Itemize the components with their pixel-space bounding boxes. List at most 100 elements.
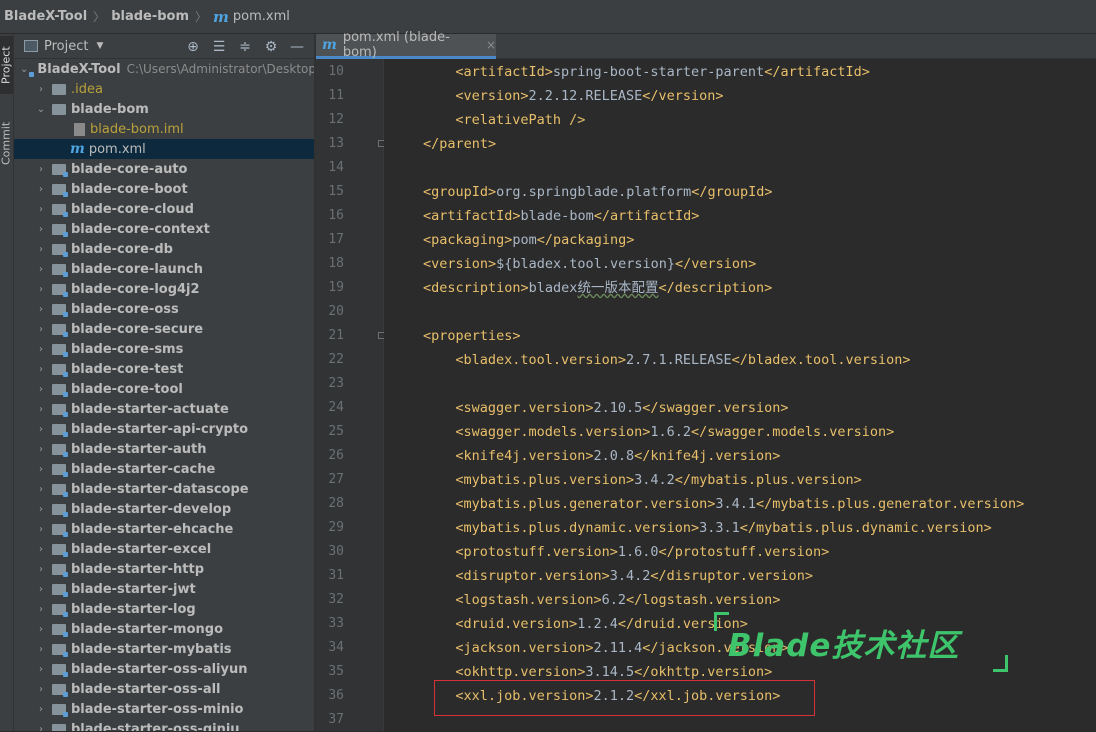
tree-root[interactable]: ⌄ BladeX-Tool C:\Users\Administrator\Des… bbox=[14, 59, 314, 79]
chevron-down-icon[interactable]: ⌄ bbox=[34, 104, 48, 115]
watermark-text: Blade技术社区 bbox=[728, 628, 960, 664]
tree-item-module[interactable]: › blade-core-auto bbox=[14, 159, 314, 179]
tree-item-module[interactable]: › blade-starter-ehcache bbox=[14, 519, 314, 539]
chevron-right-icon[interactable]: › bbox=[34, 684, 48, 695]
code-line: <packaging>pom</packaging> bbox=[423, 228, 634, 252]
tree-item-module[interactable]: › blade-core-log4j2 bbox=[14, 279, 314, 299]
expand-all-icon[interactable]: ☰ bbox=[206, 39, 232, 55]
chevron-right-icon[interactable]: › bbox=[34, 384, 48, 395]
chevron-right-icon[interactable]: › bbox=[34, 504, 48, 515]
tree-item-module[interactable]: › blade-starter-auth bbox=[14, 439, 314, 459]
chevron-right-icon[interactable]: › bbox=[34, 244, 48, 255]
xml-value: 3.4.2 bbox=[634, 472, 675, 488]
locate-icon[interactable]: ⊕ bbox=[180, 39, 206, 55]
editor-tab-bar: m pom.xml (blade-bom) × bbox=[316, 30, 1096, 60]
chevron-right-icon[interactable]: › bbox=[34, 444, 48, 455]
line-number: 20 bbox=[328, 304, 344, 319]
tree-item-module[interactable]: › blade-starter-jwt bbox=[14, 579, 314, 599]
xml-value: 2.11.4 bbox=[593, 640, 643, 656]
chevron-right-icon[interactable]: › bbox=[34, 304, 48, 315]
chevron-right-icon[interactable]: › bbox=[34, 404, 48, 415]
tree-item-module[interactable]: › blade-starter-oss-all bbox=[14, 679, 314, 699]
code-line: <artifactId>spring-boot-starter-parent</… bbox=[455, 60, 870, 84]
project-panel-title[interactable]: Project bbox=[44, 39, 88, 54]
chevron-right-icon[interactable]: › bbox=[34, 164, 48, 175]
project-tool-tab[interactable]: Project bbox=[0, 36, 13, 94]
chevron-right-icon[interactable]: › bbox=[34, 184, 48, 195]
chevron-right-icon[interactable]: › bbox=[34, 344, 48, 355]
tree-item-module[interactable]: › blade-core-launch bbox=[14, 259, 314, 279]
code-line: <druid.version>1.2.4</druid.version> bbox=[455, 612, 748, 636]
tree-root-path: C:\Users\Administrator\Desktop bbox=[126, 62, 314, 76]
xml-open-tag: <knife4j.version> bbox=[455, 448, 594, 464]
tree-item-module[interactable]: › blade-starter-oss-minio bbox=[14, 699, 314, 719]
tree-item-module[interactable]: › blade-core-tool bbox=[14, 379, 314, 399]
chevron-right-icon[interactable]: › bbox=[34, 484, 48, 495]
tree-item-module[interactable]: › blade-starter-develop bbox=[14, 499, 314, 519]
gear-icon[interactable]: ⚙ bbox=[258, 39, 284, 55]
tree-item-module[interactable]: › blade-core-secure bbox=[14, 319, 314, 339]
tree-item-module[interactable]: › blade-core-boot bbox=[14, 179, 314, 199]
chevron-right-icon[interactable]: › bbox=[34, 584, 48, 595]
tree-item-module[interactable]: › blade-core-cloud bbox=[14, 199, 314, 219]
tree-item-module[interactable]: › blade-starter-api-crypto bbox=[14, 419, 314, 439]
tree-item-module[interactable]: › blade-starter-log bbox=[14, 599, 314, 619]
tree-item-module[interactable]: › blade-starter-oss-qiniu bbox=[14, 719, 314, 731]
tree-item-module[interactable]: › blade-starter-actuate bbox=[14, 399, 314, 419]
chevron-right-icon[interactable]: › bbox=[34, 644, 48, 655]
tree-item-module[interactable]: › blade-starter-excel bbox=[14, 539, 314, 559]
chevron-right-icon[interactable]: › bbox=[34, 624, 48, 635]
collapse-all-icon[interactable]: ≑ bbox=[232, 39, 258, 55]
chevron-right-icon[interactable]: › bbox=[34, 284, 48, 295]
line-number: 33 bbox=[328, 616, 344, 631]
chevron-right-icon[interactable]: › bbox=[34, 724, 48, 732]
tree-item-label: blade-core-auto bbox=[71, 161, 188, 177]
tree-item-module[interactable]: › blade-core-oss bbox=[14, 299, 314, 319]
tree-item-blade-bom-iml[interactable]: blade-bom.iml bbox=[14, 119, 314, 139]
hide-icon[interactable]: — bbox=[284, 39, 310, 55]
chevron-right-icon[interactable]: › bbox=[34, 324, 48, 335]
breadcrumb-module[interactable]: blade-bom bbox=[111, 9, 189, 24]
module-folder-icon bbox=[52, 623, 68, 637]
chevron-down-icon[interactable]: ⌄ bbox=[20, 64, 28, 75]
editor-tab-pom-xml[interactable]: m pom.xml (blade-bom) × bbox=[316, 30, 496, 60]
tree-item-module[interactable]: › blade-starter-oss-aliyun bbox=[14, 659, 314, 679]
breadcrumb-file[interactable]: pom.xml bbox=[233, 9, 290, 24]
chevron-right-icon[interactable]: › bbox=[34, 564, 48, 575]
chevron-right-icon[interactable]: › bbox=[34, 544, 48, 555]
chevron-right-icon[interactable]: › bbox=[34, 604, 48, 615]
commit-tool-tab[interactable]: Commit bbox=[0, 112, 13, 174]
tree-item-module[interactable]: › blade-core-sms bbox=[14, 339, 314, 359]
tree-item-module[interactable]: › blade-starter-mongo bbox=[14, 619, 314, 639]
module-folder-icon bbox=[52, 363, 68, 377]
tree-item-module[interactable]: › blade-core-context bbox=[14, 219, 314, 239]
close-icon[interactable]: × bbox=[486, 38, 496, 52]
code-line: <properties> bbox=[423, 324, 521, 348]
tree-item-module[interactable]: › blade-core-test bbox=[14, 359, 314, 379]
chevron-right-icon[interactable]: › bbox=[34, 464, 48, 475]
chevron-right-icon[interactable]: › bbox=[34, 664, 48, 675]
chevron-right-icon[interactable]: › bbox=[34, 704, 48, 715]
tree-item-label: blade-starter-cache bbox=[71, 461, 216, 477]
tree-item-module[interactable]: › blade-starter-mybatis bbox=[14, 639, 314, 659]
breadcrumb-project[interactable]: BladeX-Tool bbox=[4, 9, 87, 24]
chevron-right-icon[interactable]: › bbox=[34, 84, 48, 95]
tree-item-module[interactable]: › blade-starter-cache bbox=[14, 459, 314, 479]
tree-item-module[interactable]: › blade-starter-http bbox=[14, 559, 314, 579]
tree-item-module[interactable]: › blade-starter-datascope bbox=[14, 479, 314, 499]
tree-item-blade-bom[interactable]: ⌄ blade-bom bbox=[14, 99, 314, 119]
tree-item-module[interactable]: › blade-core-db bbox=[14, 239, 314, 259]
module-folder-icon bbox=[52, 163, 68, 177]
tree-item-idea[interactable]: › .idea bbox=[14, 79, 314, 99]
chevron-right-icon[interactable]: › bbox=[34, 364, 48, 375]
chevron-right-icon[interactable]: › bbox=[34, 204, 48, 215]
chevron-right-icon[interactable]: › bbox=[34, 424, 48, 435]
chevron-right-icon[interactable]: › bbox=[34, 524, 48, 535]
xml-value: 1.6.0 bbox=[617, 544, 659, 560]
chevron-down-icon[interactable]: ▼ bbox=[96, 41, 103, 51]
tree-item-pom-xml[interactable]: m pom.xml bbox=[14, 139, 314, 159]
chevron-right-icon[interactable]: › bbox=[34, 224, 48, 235]
chevron-right-icon[interactable]: › bbox=[34, 264, 48, 275]
module-folder-icon bbox=[52, 303, 68, 317]
line-number: 25 bbox=[328, 424, 344, 439]
